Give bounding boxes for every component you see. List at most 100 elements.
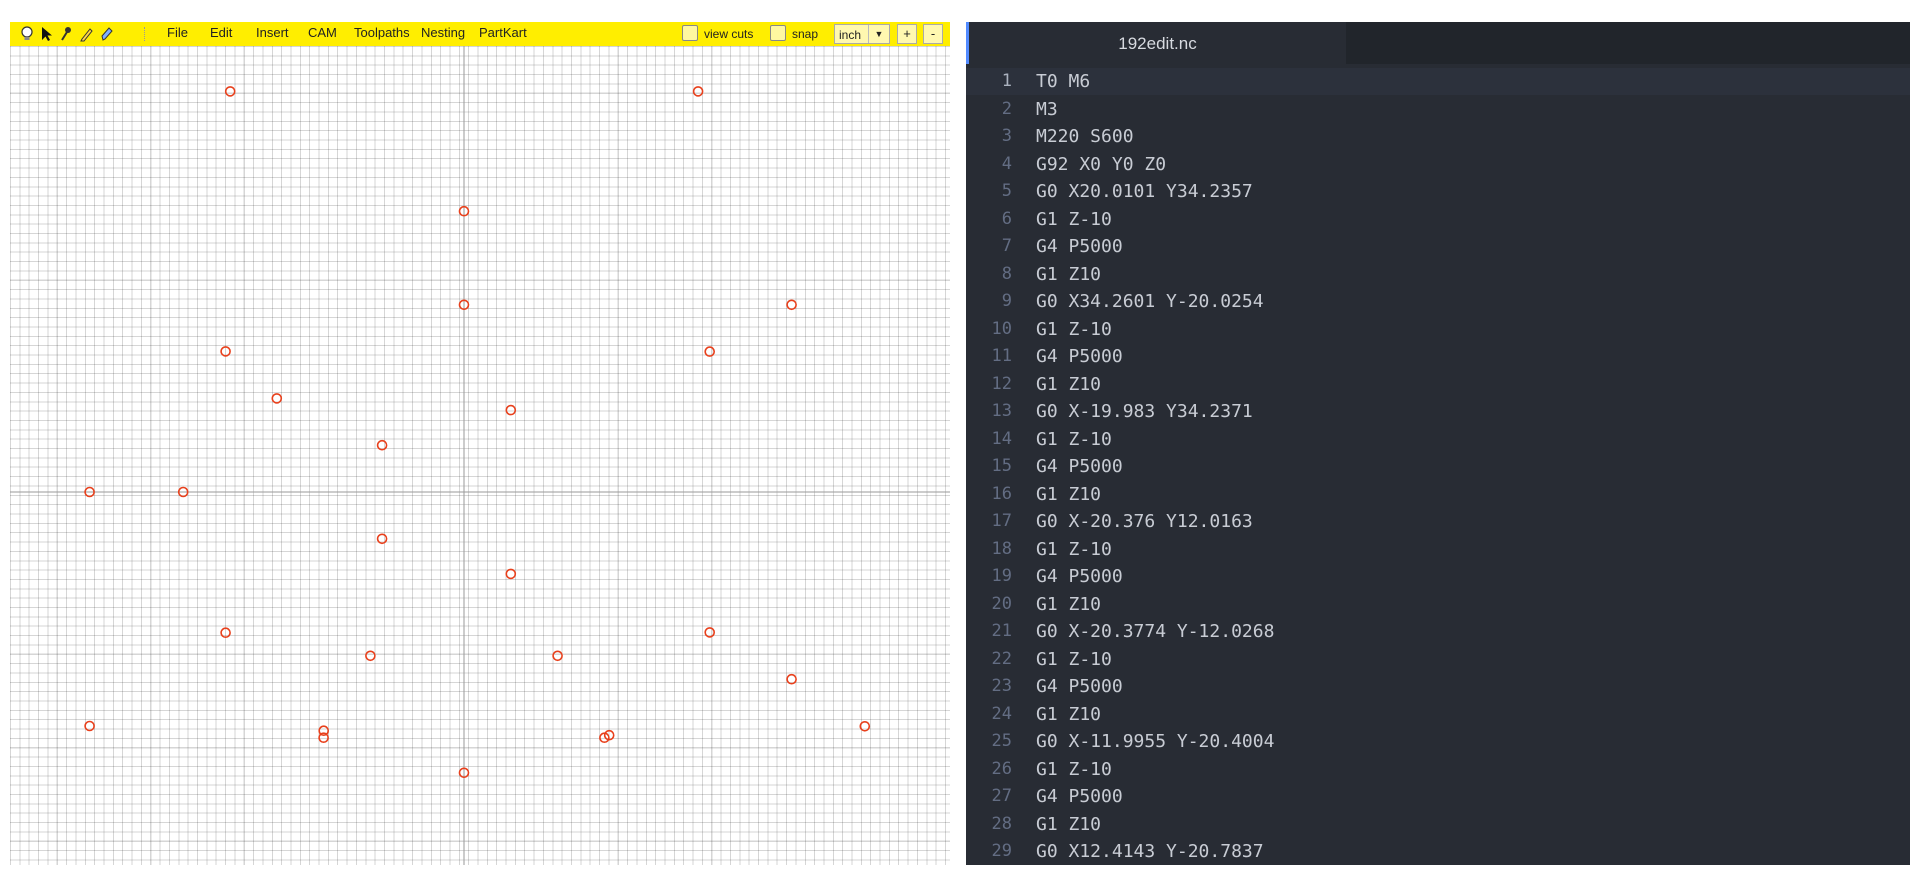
code-line[interactable]: 9 G0 X34.2601 Y-20.0254 bbox=[966, 288, 1910, 315]
pointer-icon[interactable] bbox=[38, 25, 56, 43]
toolbar-separator bbox=[144, 27, 145, 41]
drill-point-marker[interactable] bbox=[84, 720, 95, 732]
chevron-down-icon: ▼ bbox=[868, 25, 889, 43]
code-text: G92 X0 Y0 Z0 bbox=[1036, 153, 1167, 175]
code-text: G4 P5000 bbox=[1036, 676, 1123, 697]
drill-point-marker[interactable] bbox=[859, 720, 871, 732]
menu-edit[interactable]: Edit bbox=[210, 25, 232, 40]
tab-file[interactable]: 192edit.nc bbox=[966, 22, 1346, 64]
code-line[interactable]: 10 G1 Z-10 bbox=[966, 316, 1910, 343]
drill-point-marker[interactable] bbox=[786, 299, 797, 311]
code-line[interactable]: 27 G4 P5000 bbox=[966, 783, 1910, 810]
drill-point-marker[interactable] bbox=[271, 393, 283, 404]
code-line[interactable]: 11 G4 P5000 bbox=[966, 343, 1910, 370]
code-line[interactable]: 17 G0 X-20.376 Y12.0163 bbox=[966, 508, 1910, 535]
drill-point-marker[interactable] bbox=[704, 627, 716, 638]
line-number: 7 bbox=[1001, 236, 1012, 256]
drill-point-marker[interactable] bbox=[220, 346, 231, 357]
code-line[interactable]: 18 G1 Z-10 bbox=[966, 536, 1910, 563]
drill-point-marker[interactable] bbox=[220, 627, 231, 639]
line-number: 26 bbox=[991, 758, 1012, 779]
line-number: 4 bbox=[1001, 153, 1012, 174]
drill-point-marker[interactable] bbox=[505, 404, 517, 416]
code-text: G1 Z10 bbox=[1036, 813, 1102, 835]
menu-partkart[interactable]: PartKart bbox=[479, 25, 527, 40]
code-text: G1 Z-10 bbox=[1036, 758, 1112, 780]
pen-icon[interactable] bbox=[98, 25, 116, 43]
drill-point-marker[interactable] bbox=[786, 673, 797, 685]
cad-toolbar: File Edit Insert CAM Toolpaths Nesting P… bbox=[10, 22, 950, 47]
code-text: G1 Z10 bbox=[1036, 483, 1102, 505]
code-line[interactable]: 12 G1 Z10 bbox=[966, 371, 1910, 398]
line-number: 24 bbox=[991, 703, 1012, 724]
code-line[interactable]: 25 G0 X-11.9955 Y-20.4004 bbox=[966, 728, 1910, 755]
snap-label: snap bbox=[792, 27, 819, 41]
code-line[interactable]: 3 M220 S600 bbox=[966, 123, 1910, 150]
menu-toolpaths[interactable]: Toolpaths bbox=[354, 25, 410, 40]
view-cuts-label: view cuts bbox=[704, 27, 754, 41]
code-line[interactable]: 1 T0 M6 bbox=[966, 68, 1910, 95]
code-line[interactable]: 13 G0 X-19.983 Y34.2371 bbox=[966, 398, 1910, 425]
tab-bar: 192edit.nc bbox=[966, 22, 1910, 64]
zoom-out-button[interactable]: - bbox=[923, 24, 943, 44]
code-text: G4 P5000 bbox=[1036, 456, 1123, 477]
drawing-canvas[interactable] bbox=[10, 46, 950, 865]
code-line[interactable]: 6 G1 Z-10 bbox=[966, 206, 1910, 233]
code-line[interactable]: 24 G1 Z10 bbox=[966, 701, 1910, 728]
drill-point-marker[interactable] bbox=[365, 650, 376, 662]
drill-point-marker[interactable] bbox=[376, 439, 388, 451]
zoom-in-button[interactable]: + bbox=[897, 24, 917, 44]
drill-point-marker[interactable] bbox=[505, 568, 517, 580]
line-number: 12 bbox=[991, 373, 1012, 394]
code-line[interactable]: 29 G0 X12.4143 Y-20.7837 bbox=[966, 838, 1910, 865]
code-line[interactable]: 21 G0 X-20.3774 Y-12.0268 bbox=[966, 618, 1910, 645]
units-select[interactable]: inch ▼ bbox=[834, 24, 890, 44]
drill-markers bbox=[84, 86, 871, 779]
code-area[interactable]: 1 T0 M6 2 M3 3 M220 S600 4 G92 X0 Y0 Z0 5 G0 X20.… bbox=[966, 64, 1910, 865]
drill-point-marker[interactable] bbox=[552, 650, 563, 662]
menu-file[interactable]: File bbox=[167, 25, 188, 40]
view-cuts-checkbox[interactable] bbox=[682, 25, 698, 41]
drill-point-marker[interactable] bbox=[224, 86, 236, 97]
code-line[interactable]: 23 G4 P5000 bbox=[966, 673, 1910, 700]
code-text: G1 Z-10 bbox=[1036, 318, 1112, 340]
code-line[interactable]: 7 G4 P5000 bbox=[966, 233, 1910, 260]
code-line[interactable]: 2 M3 bbox=[966, 96, 1910, 123]
code-line[interactable]: 5 G0 X20.0101 Y34.2357 bbox=[966, 178, 1910, 205]
menu-cam[interactable]: CAM bbox=[308, 25, 337, 40]
code-text: G1 Z-10 bbox=[1036, 648, 1112, 670]
drill-point-marker[interactable] bbox=[704, 346, 716, 357]
bulb-icon[interactable] bbox=[18, 25, 36, 43]
code-text: G1 Z10 bbox=[1036, 263, 1102, 285]
line-number: 18 bbox=[991, 538, 1012, 559]
menu-insert[interactable]: Insert bbox=[256, 25, 289, 40]
menu-nesting[interactable]: Nesting bbox=[421, 25, 465, 40]
code-line[interactable]: 16 G1 Z10 bbox=[966, 481, 1910, 508]
code-line[interactable]: 8 G1 Z10 bbox=[966, 261, 1910, 288]
snap-checkbox[interactable] bbox=[770, 25, 786, 41]
code-line[interactable]: 28 G1 Z10 bbox=[966, 811, 1910, 838]
code-text: G1 Z10 bbox=[1036, 703, 1102, 725]
line-number: 11 bbox=[991, 346, 1012, 366]
code-line[interactable]: 15 G4 P5000 bbox=[966, 453, 1910, 480]
code-text: G4 P5000 bbox=[1036, 786, 1123, 807]
code-editor: 192edit.nc 1 T0 M6 2 M3 3 M220 S600 4 G92 X0 Y0… bbox=[966, 22, 1910, 865]
units-value: inch bbox=[839, 28, 862, 42]
line-number: 21 bbox=[991, 621, 1012, 641]
drill-point-marker[interactable] bbox=[376, 533, 388, 545]
code-line[interactable]: 20 G1 Z10 bbox=[966, 591, 1910, 618]
line-number: 13 bbox=[991, 401, 1012, 421]
code-line[interactable]: 19 G4 P5000 bbox=[966, 563, 1910, 590]
code-line[interactable]: 22 G1 Z-10 bbox=[966, 646, 1910, 673]
drill-point-marker[interactable] bbox=[692, 86, 704, 97]
line-number: 29 bbox=[991, 841, 1012, 861]
code-text: G4 P5000 bbox=[1036, 346, 1123, 367]
code-text: G0 X-20.3774 Y-12.0268 bbox=[1036, 621, 1275, 642]
code-line[interactable]: 26 G1 Z-10 bbox=[966, 756, 1910, 783]
code-line[interactable]: 14 G1 Z-10 bbox=[966, 426, 1910, 453]
pin-icon[interactable] bbox=[58, 25, 76, 43]
pencil-icon[interactable] bbox=[78, 25, 96, 43]
line-number: 15 bbox=[991, 456, 1012, 476]
code-line[interactable]: 4 G92 X0 Y0 Z0 bbox=[966, 151, 1910, 178]
line-number: 27 bbox=[991, 786, 1012, 806]
